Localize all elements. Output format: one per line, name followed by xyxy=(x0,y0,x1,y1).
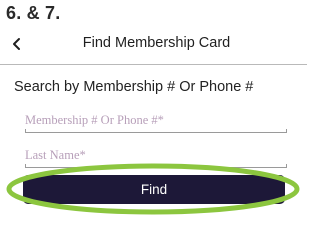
page-title: Find Membership Card xyxy=(82,35,231,51)
step-label: 6. & 7. xyxy=(6,3,61,23)
find-button[interactable]: Find xyxy=(23,175,285,204)
field-edge-left xyxy=(25,164,26,168)
nav-header: Find Membership Card xyxy=(0,22,307,65)
field-edge-left xyxy=(25,129,26,133)
field-edge-right xyxy=(286,129,287,133)
membership-or-phone-input[interactable] xyxy=(25,111,287,133)
last-name-input[interactable] xyxy=(25,146,287,168)
field-edge-right xyxy=(286,164,287,168)
search-heading: Search by Membership # Or Phone # xyxy=(14,79,254,95)
